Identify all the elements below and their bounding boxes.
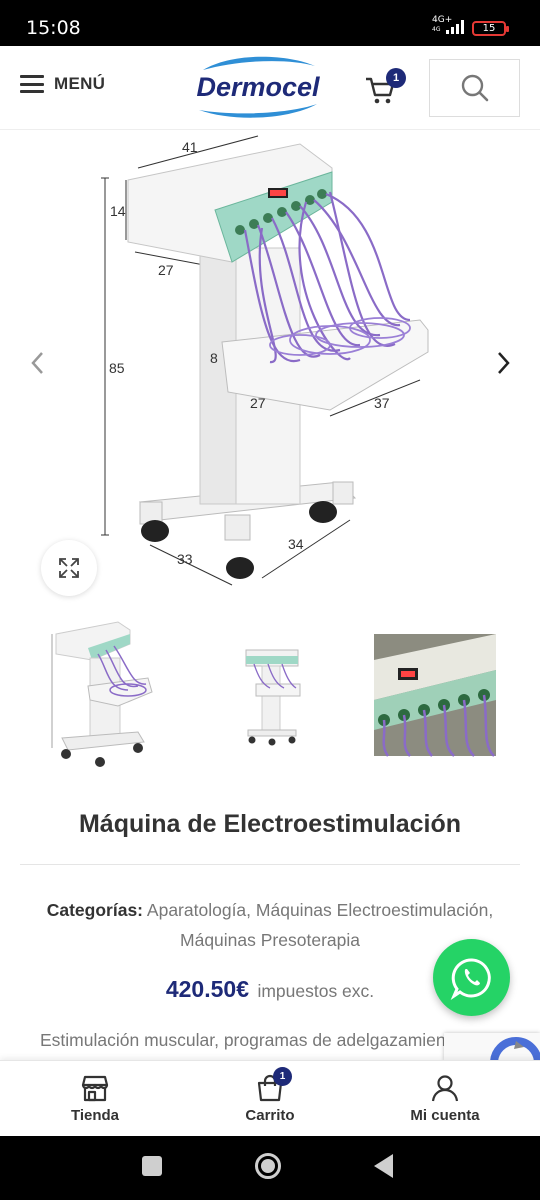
whatsapp-icon	[450, 957, 491, 1000]
product-gallery: 41 14 27 85 8 27 37 33 34	[0, 130, 540, 610]
expand-image-button[interactable]	[41, 540, 97, 596]
dim-tray-height: 8	[210, 350, 218, 366]
dim-base-depth: 33	[177, 551, 193, 567]
brand-logo[interactable]: Dermocel	[193, 52, 323, 124]
home-button[interactable]	[255, 1153, 281, 1179]
product-categories: Categorías: Aparatología, Máquinas Elect…	[46, 900, 494, 950]
gallery-next-arrow[interactable]	[494, 350, 514, 376]
bottom-navigation: Tienda 1 Carrito Mi cuenta	[0, 1060, 540, 1136]
back-button[interactable]	[374, 1154, 393, 1178]
gallery-thumbnails	[0, 620, 540, 770]
nav-mi-cuenta[interactable]: Mi cuenta	[355, 1061, 535, 1137]
dim-head-depth: 27	[158, 262, 174, 278]
title-divider	[20, 864, 520, 865]
dim-top-width: 41	[182, 139, 198, 155]
gallery-prev-arrow[interactable]	[28, 350, 48, 376]
menu-button[interactable]: MENÚ	[20, 74, 105, 94]
svg-text:Dermocel: Dermocel	[196, 72, 320, 102]
user-icon	[431, 1075, 459, 1102]
search-icon	[461, 74, 488, 102]
expand-icon	[59, 558, 79, 578]
product-price: 420.50€	[165, 976, 249, 1002]
product-title: Máquina de Electroestimulación	[78, 810, 462, 838]
category-link-presoterapia[interactable]: Máquinas Presoterapia	[180, 930, 360, 950]
thumbnail-3[interactable]	[374, 620, 496, 770]
dim-total-height: 85	[109, 360, 125, 376]
nav-carrito-label: Carrito	[245, 1107, 295, 1124]
dim-head-height: 14	[110, 203, 126, 219]
dim-tray-depth: 27	[250, 395, 266, 411]
whatsapp-button[interactable]	[433, 939, 510, 1016]
product-image[interactable]: 41 14 27 85 8 27 37 33 34	[0, 130, 540, 610]
recents-button[interactable]	[142, 1156, 162, 1176]
product-short-description: Estimulación muscular, programas de adel…	[40, 1030, 460, 1050]
battery-icon: 15	[472, 21, 509, 36]
nav-tienda[interactable]: Tienda	[5, 1061, 185, 1137]
signal-icon	[446, 20, 464, 34]
cart-icon-wrap: 1	[255, 1067, 292, 1103]
recaptcha-badge[interactable]	[444, 1033, 540, 1061]
store-icon	[81, 1075, 109, 1102]
nav-cart-count-badge: 1	[273, 1067, 292, 1086]
status-bar: 15:08 4G+ 4G 15	[0, 0, 540, 46]
category-link-aparatologia[interactable]: Aparatología	[147, 900, 246, 920]
menu-label: MENÚ	[54, 74, 106, 93]
tax-note: impuestos exc.	[257, 981, 375, 1001]
header-cart-button[interactable]: 1	[364, 68, 408, 108]
dim-base-width: 34	[288, 536, 304, 552]
nav-tienda-label: Tienda	[70, 1107, 120, 1124]
nav-carrito[interactable]: 1 Carrito	[180, 1061, 360, 1137]
site-header: MENÚ Dermocel 1	[0, 46, 540, 130]
thumbnail-1[interactable]	[48, 620, 170, 770]
category-link-electroestimulacion[interactable]: Máquinas Electroestimulación	[256, 900, 488, 920]
recaptcha-icon	[490, 1037, 540, 1061]
nav-mi-cuenta-label: Mi cuenta	[410, 1107, 480, 1124]
cart-count-badge: 1	[386, 68, 406, 88]
dim-tray-width: 37	[374, 395, 390, 411]
search-button[interactable]	[429, 59, 520, 117]
categories-label: Categorías:	[46, 900, 144, 920]
status-time: 15:08	[26, 17, 81, 39]
thumbnail-2[interactable]	[210, 620, 332, 770]
hamburger-icon	[20, 75, 44, 93]
system-navigation-bar	[0, 1136, 540, 1200]
